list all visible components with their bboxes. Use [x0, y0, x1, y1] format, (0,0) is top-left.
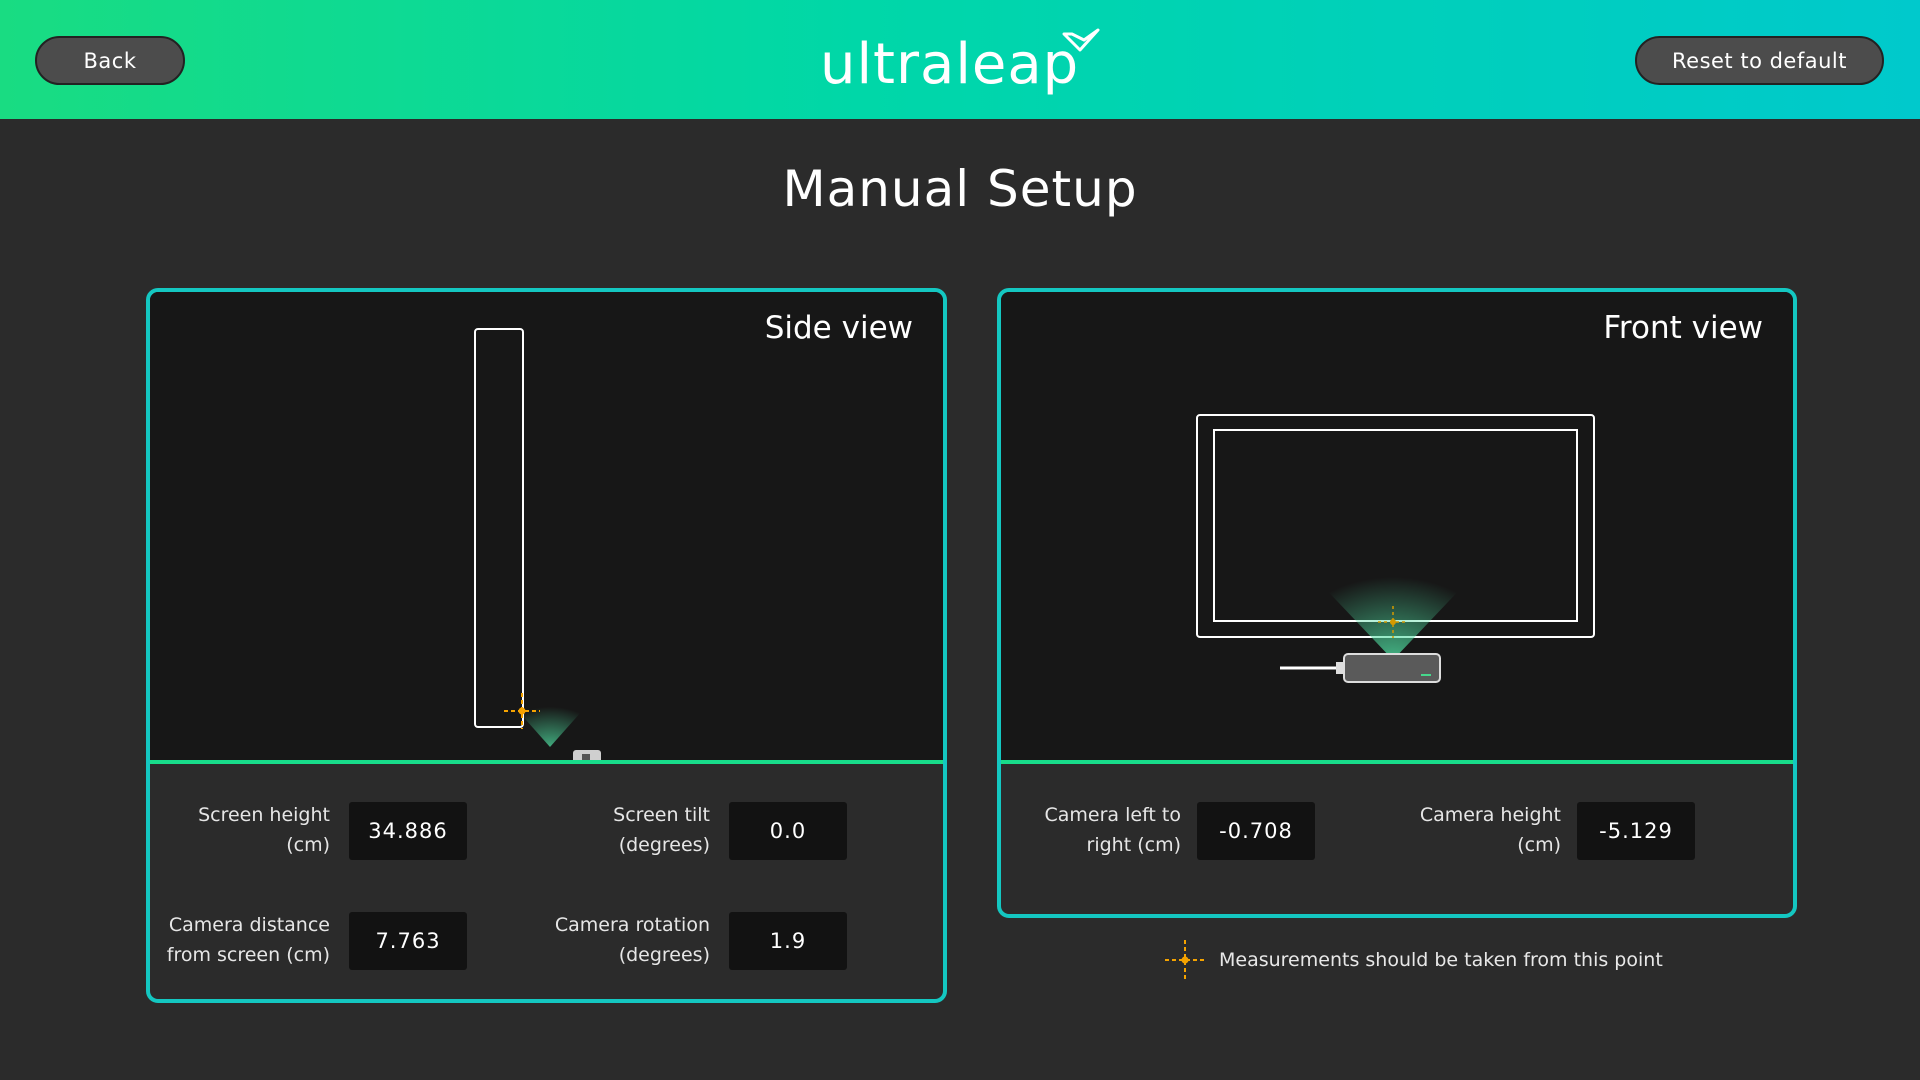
label-line: (cm): [286, 834, 330, 856]
side-view-diagram: [474, 328, 601, 760]
camera-beam: [1319, 549, 1467, 660]
ultraleap-logo: ultraleap: [820, 24, 1100, 104]
label-line: Camera left to: [1044, 804, 1182, 826]
logo-swoosh-icon: [1062, 28, 1100, 52]
crosshair-marker-icon: [1165, 940, 1205, 980]
label-line: Camera distance: [168, 914, 330, 936]
screen-tilt-label: Screen tilt (degrees): [550, 800, 710, 860]
front-view-panel: Front view Camera left to right (cm) -0.…: [997, 288, 1797, 918]
label-line: Screen height: [198, 804, 330, 826]
camera-rotation-input[interactable]: 1.9: [729, 912, 847, 970]
screen-side-outline: [474, 328, 524, 728]
reset-to-default-button[interactable]: Reset to default: [1635, 36, 1884, 85]
front-view-viewport: Front view: [1001, 292, 1793, 764]
label-line: from screen (cm): [166, 944, 330, 966]
label-line: right (cm): [1086, 834, 1181, 856]
camera-device-icon: [573, 750, 601, 760]
logo-text: ultraleap: [820, 31, 1080, 97]
camera-left-right-label: Camera left to right (cm): [1001, 800, 1182, 860]
front-view-diagram: [1196, 414, 1595, 683]
side-view-panel: Side view Screen height (cm) 34.886 Scre…: [146, 288, 947, 1003]
page-title: Manual Setup: [782, 160, 1138, 218]
measurement-legend: Measurements should be taken from this p…: [1163, 940, 1663, 980]
label-line: (cm): [1517, 834, 1561, 856]
screen-height-input[interactable]: 34.886: [349, 802, 467, 860]
header-bar: Back ultraleap Reset to default: [0, 0, 1920, 119]
label-line: (degrees): [618, 834, 710, 856]
legend-text: Measurements should be taken from this p…: [1219, 949, 1663, 971]
camera-distance-label: Camera distance from screen (cm): [150, 910, 330, 970]
camera-left-right-input[interactable]: -0.708: [1197, 802, 1315, 860]
screen-tilt-input[interactable]: 0.0: [729, 802, 847, 860]
camera-height-input[interactable]: -5.129: [1577, 802, 1695, 860]
side-view-viewport: Side view: [150, 292, 943, 764]
label-line: (degrees): [618, 944, 710, 966]
camera-height-label: Camera height (cm): [1381, 800, 1561, 860]
back-button[interactable]: Back: [35, 36, 185, 85]
camera-device-icon: [1280, 653, 1441, 683]
label-line: Camera rotation: [554, 914, 710, 936]
screen-height-label: Screen height (cm): [170, 800, 330, 860]
camera-rotation-label: Camera rotation (degrees): [530, 910, 710, 970]
camera-distance-input[interactable]: 7.763: [349, 912, 467, 970]
label-line: Camera height: [1419, 804, 1561, 826]
label-line: Screen tilt: [613, 804, 710, 826]
